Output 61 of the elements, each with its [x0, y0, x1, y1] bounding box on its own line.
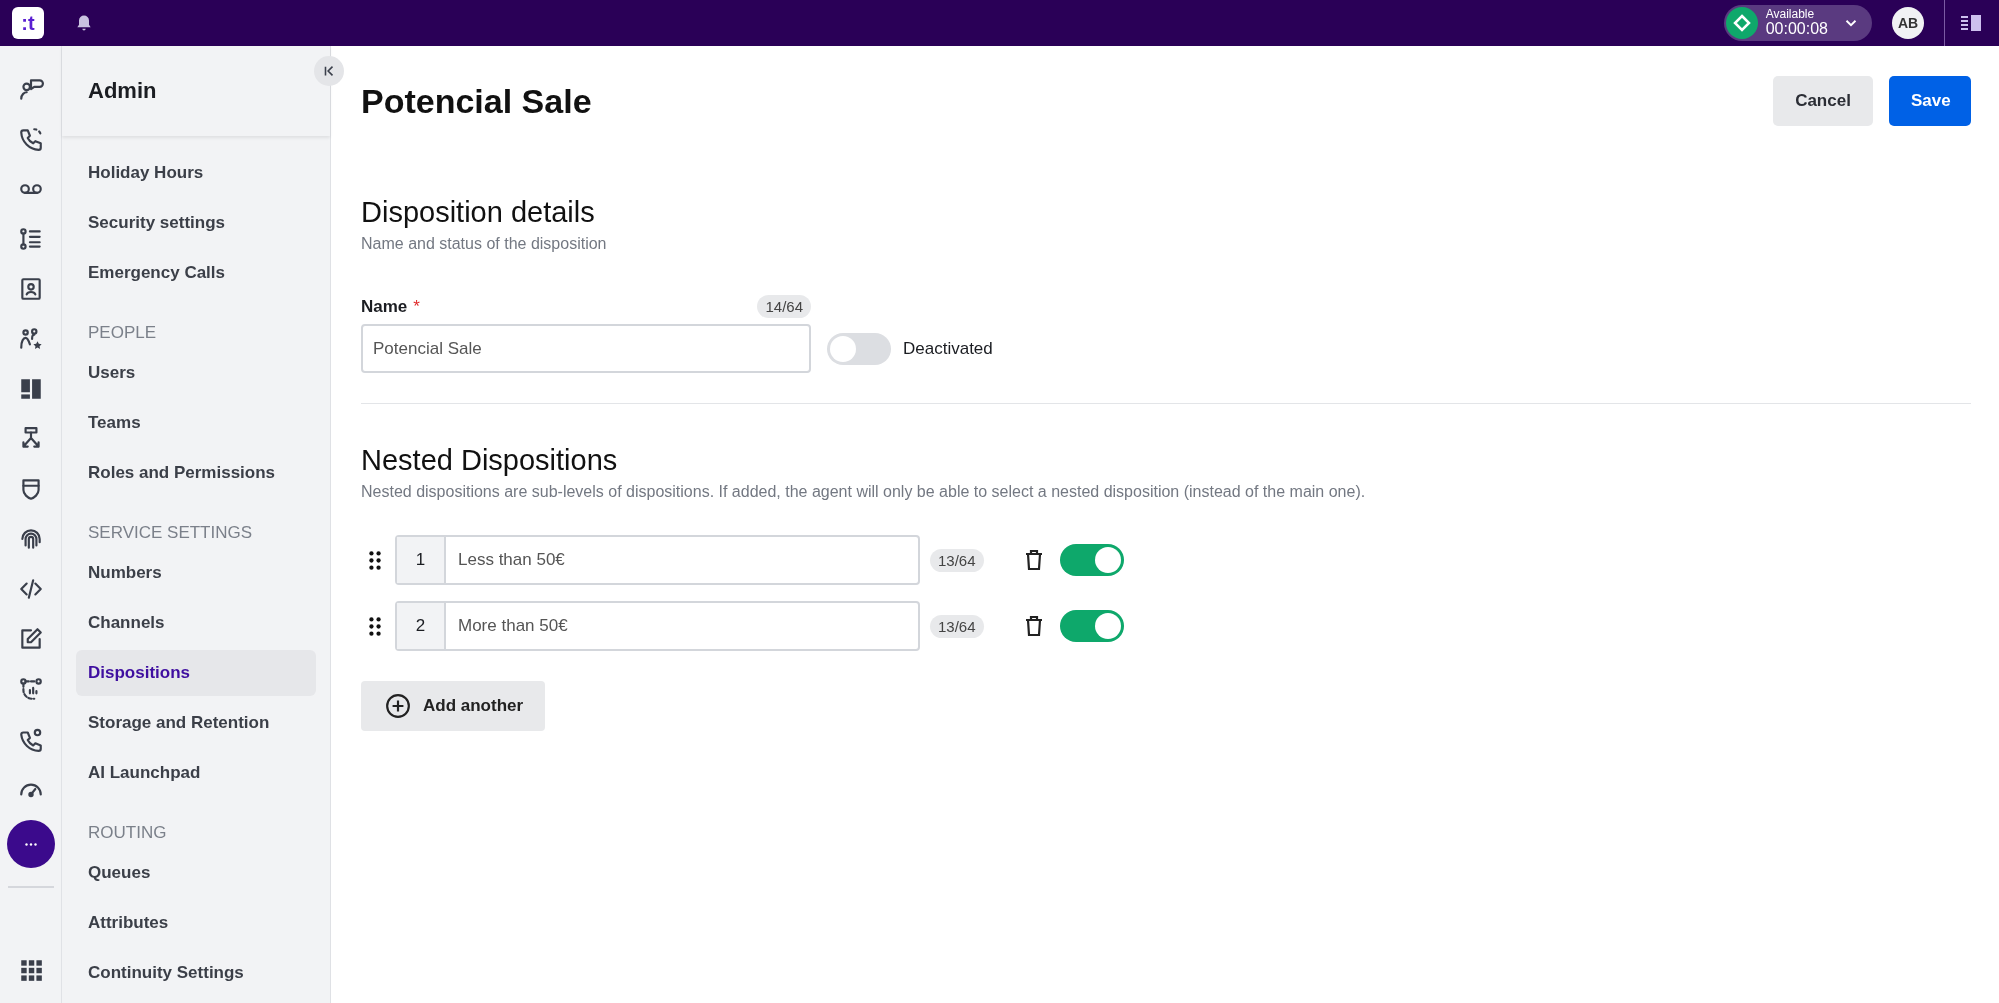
section-heading: PEOPLE [87, 322, 158, 344]
sidebar-item[interactable]: Dispositions [76, 650, 316, 696]
sidebar-item[interactable]: Queues [76, 848, 316, 898]
status-timer: 00:00:08 [1765, 20, 1828, 38]
character-counter: 14/64 [757, 295, 811, 318]
sidebar-item[interactable]: Security settings [76, 198, 316, 248]
sidebar-item[interactable]: Users [76, 348, 316, 398]
chat-person-icon[interactable] [17, 76, 44, 102]
name-input[interactable]: Potencial Sale [361, 324, 811, 373]
sidebar-item[interactable]: Emergency Calls [76, 248, 316, 298]
more-button[interactable] [6, 820, 55, 868]
sidebar-item[interactable]: Continuity Settings [76, 948, 316, 998]
sidebar-item[interactable]: Attributes [76, 898, 316, 948]
collapse-icon [322, 64, 336, 78]
nested-input[interactable]: 2 More than 50€ [395, 601, 920, 651]
nested-input[interactable]: 1 Less than 50€ [395, 535, 920, 585]
toggle-label: Deactivated [903, 338, 993, 359]
item-number: 1 [397, 537, 446, 583]
section-title: Disposition details [361, 196, 595, 229]
app-logo[interactable]: :t [12, 7, 44, 39]
status-selector[interactable]: Available 00:00:08 [1723, 5, 1872, 41]
add-another-button[interactable]: Add another [361, 681, 546, 731]
people-star-icon[interactable] [17, 326, 44, 352]
chart-icon[interactable] [17, 676, 44, 702]
save-button[interactable]: Save [1889, 76, 1971, 126]
character-counter: 13/64 [930, 548, 984, 572]
user-avatar[interactable]: AB [1892, 7, 1924, 39]
page-title: Potencial Sale [361, 81, 592, 121]
drag-handle-icon[interactable] [369, 550, 381, 570]
list-icon[interactable] [17, 226, 44, 252]
status-toggle[interactable] [827, 332, 891, 365]
drag-handle-icon[interactable] [369, 616, 381, 636]
input-value: More than 50€ [457, 615, 568, 637]
item-toggle[interactable] [1059, 544, 1124, 576]
phone-icon[interactable] [17, 126, 44, 152]
ellipsis-icon [24, 842, 37, 846]
sidebar-item[interactable]: Storage and Retention [76, 698, 316, 748]
collapse-button[interactable] [314, 56, 344, 86]
input-value: Less than 50€ [457, 549, 565, 571]
sidebar-title: Admin [88, 78, 157, 104]
sidebar-item[interactable]: Numbers [76, 548, 316, 598]
status-label: Available [1765, 8, 1815, 21]
sidebar-item[interactable]: Teams [76, 398, 316, 448]
character-counter: 13/64 [930, 614, 984, 638]
sidebar-item[interactable]: AI Launchpad [76, 748, 316, 798]
section-heading: ROUTING [87, 822, 168, 844]
required-mark: * [413, 296, 420, 317]
item-number: 2 [397, 603, 446, 649]
plus-circle-icon [385, 693, 411, 719]
item-toggle[interactable] [1059, 610, 1124, 642]
phone-gear-icon[interactable] [17, 726, 44, 752]
sidebar-item[interactable]: Roles and Permissions [76, 448, 316, 498]
section-description: Name and status of the disposition [361, 235, 607, 253]
section-title: Nested Dispositions [361, 444, 618, 477]
cancel-button[interactable]: Cancel [1773, 76, 1873, 126]
field-label: Name [361, 296, 408, 317]
section-heading: SERVICE SETTINGS [87, 522, 254, 544]
sidebar-item[interactable]: Holiday Hours [76, 148, 316, 198]
code-icon[interactable] [17, 576, 44, 602]
sidebar-item[interactable]: Channels [76, 598, 316, 648]
section-description: Nested dispositions are sub-levels of dispositions. If added, the agent will only be able to select a nested disposition (instead of the main one). [361, 483, 1366, 501]
